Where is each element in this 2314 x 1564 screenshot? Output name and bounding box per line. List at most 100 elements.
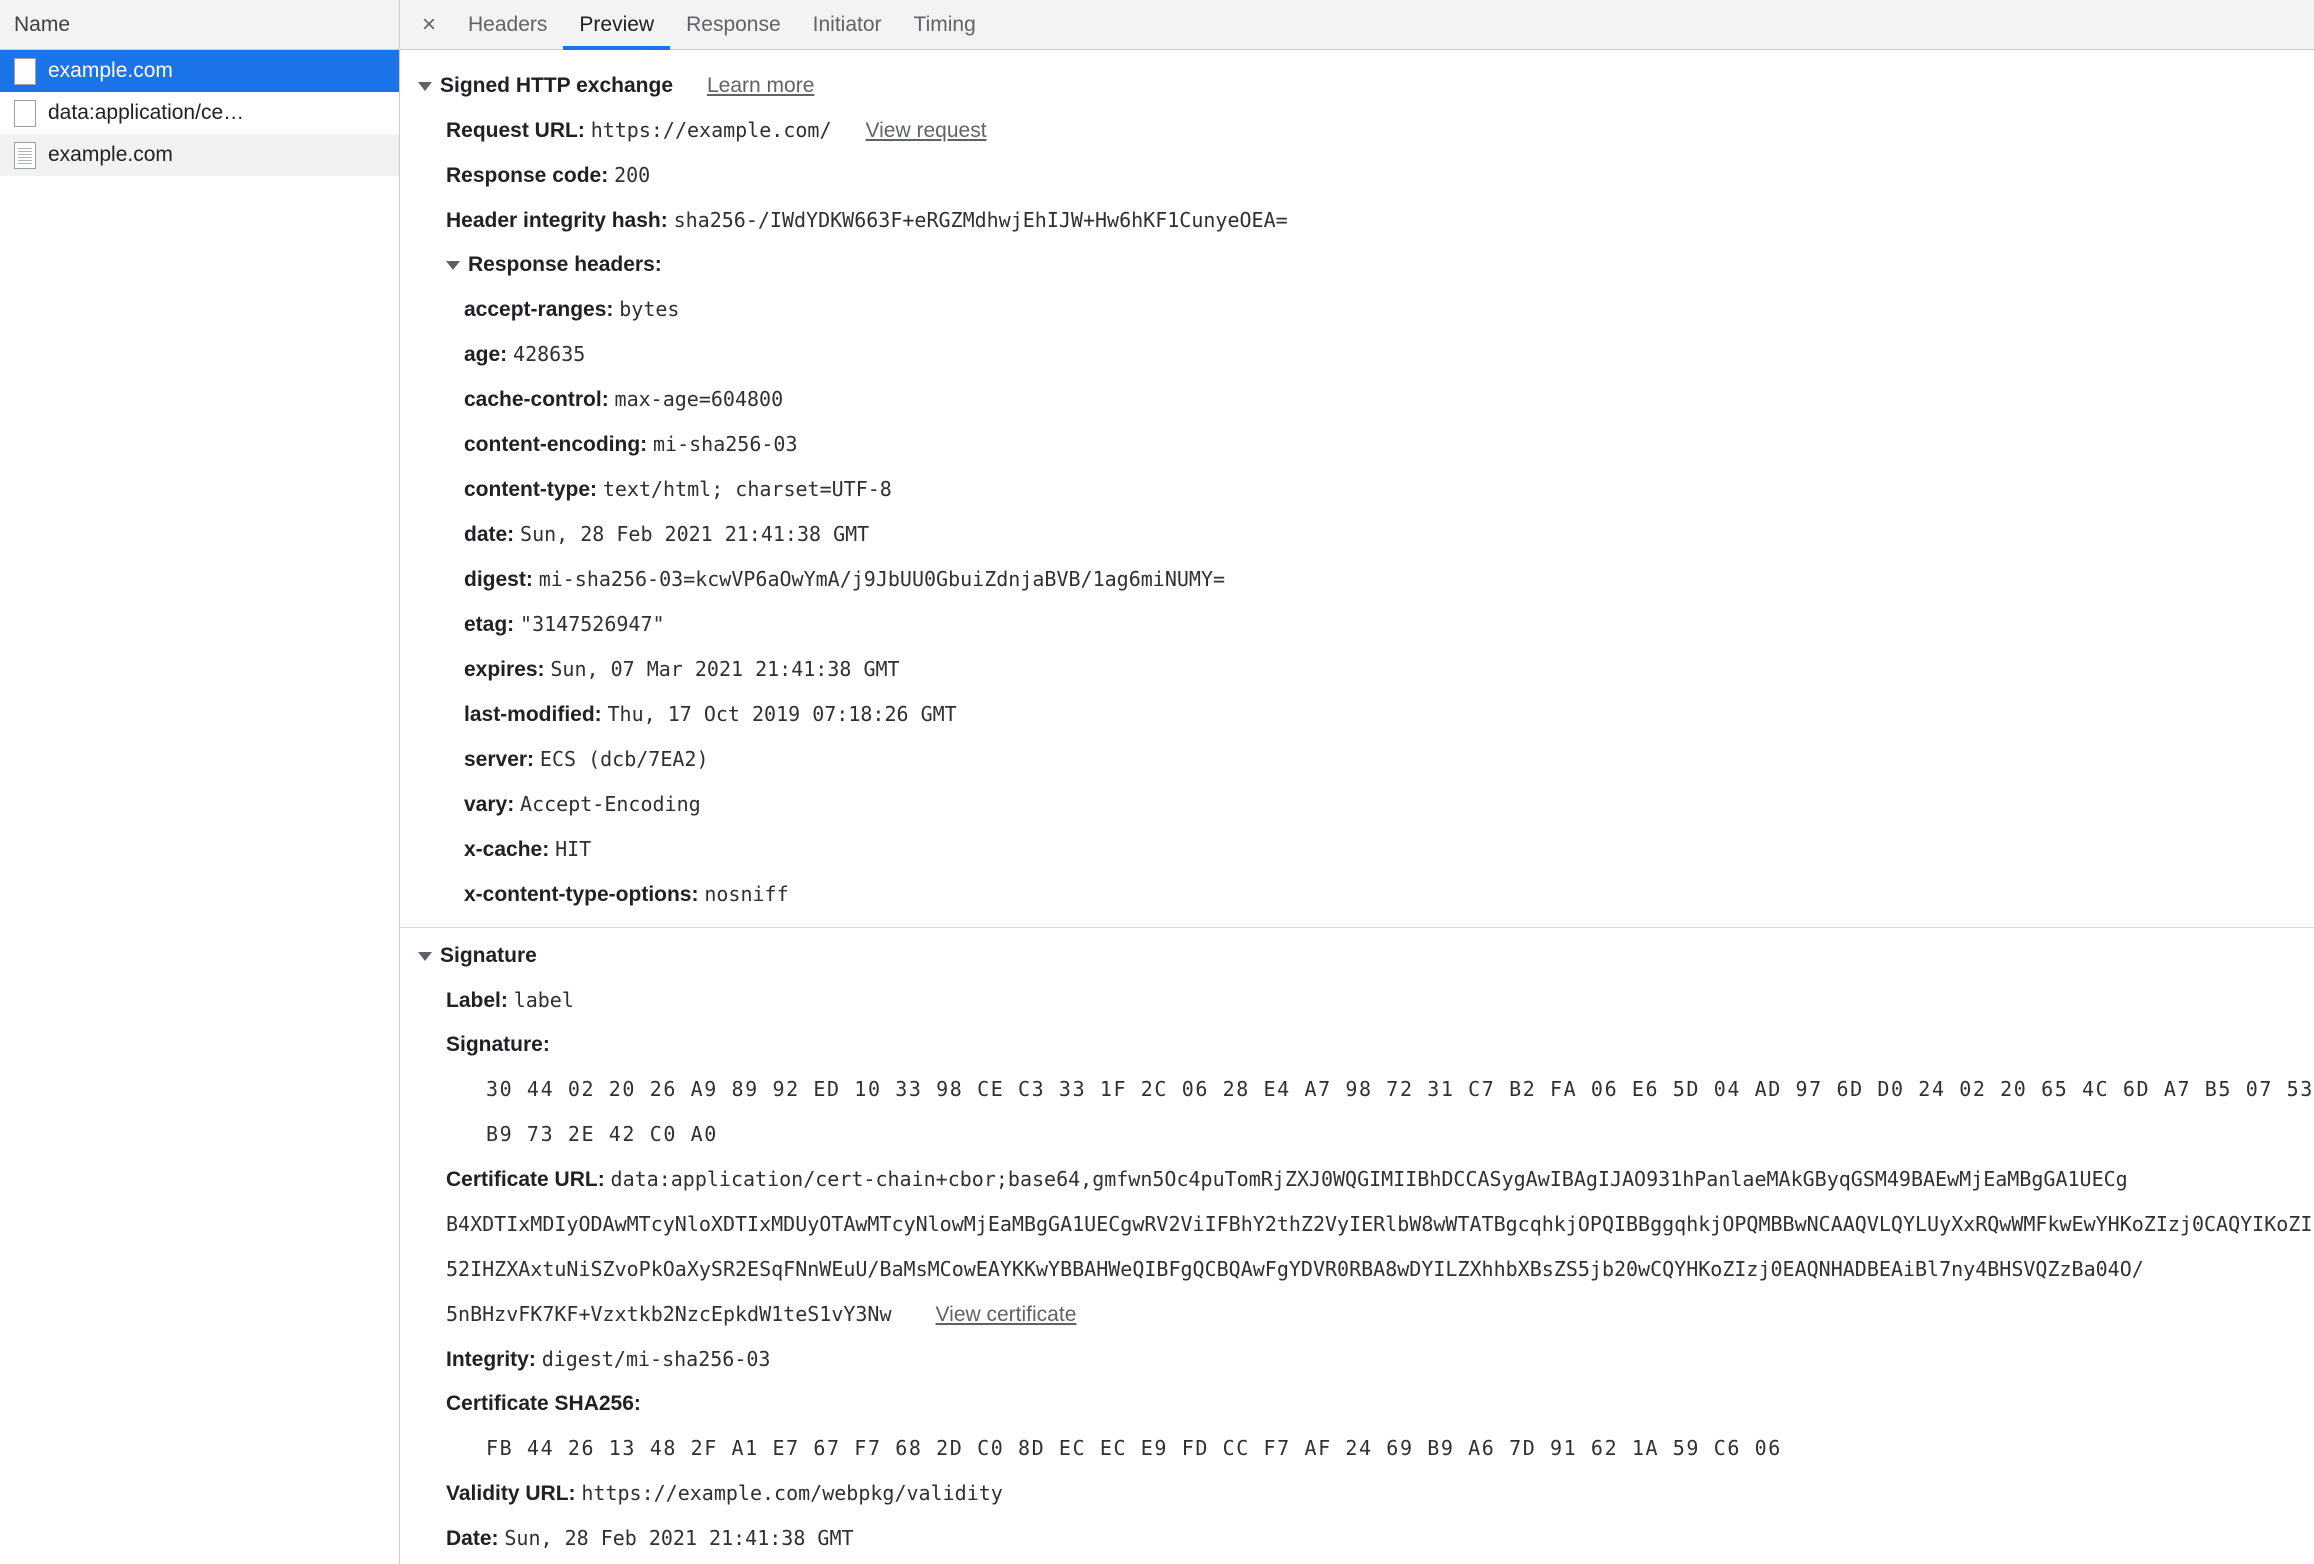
integrity-value: digest/mi-sha256-03 — [541, 1347, 771, 1371]
signature-bytes-value: 30 44 02 20 26 A9 89 92 ED 10 33 98 CE C… — [486, 1077, 2314, 1101]
validity-url-row: Validity URL: https://example.com/webpkg… — [400, 1471, 2314, 1516]
integrity-key: Integrity: — [446, 1348, 536, 1371]
devtools-network-panel: Name example.com data:application/ce… ex… — [0, 0, 2314, 1564]
response-header-value: Thu, 17 Oct 2019 07:18:26 GMT — [607, 702, 957, 726]
tab-initiator[interactable]: Initiator — [797, 0, 898, 49]
request-url-key: Request URL: — [446, 119, 585, 142]
chevron-down-icon[interactable] — [418, 81, 432, 91]
tab-headers[interactable]: Headers — [452, 0, 563, 49]
tab-headers-label: Headers — [468, 12, 548, 36]
response-header-row: date: Sun, 28 Feb 2021 21:41:38 GMT — [400, 512, 2314, 557]
signature-section-header[interactable]: Signature — [400, 934, 2314, 978]
close-icon[interactable]: × — [406, 0, 452, 49]
response-header-name: etag: — [464, 613, 515, 636]
response-header-value: max-age=604800 — [614, 387, 784, 411]
list-item[interactable]: data:application/ce… — [0, 92, 399, 134]
response-header-name: cache-control: — [464, 388, 609, 411]
signature-bytes-key: Signature: — [446, 1033, 550, 1056]
sidebar-column-header-label: Name — [14, 12, 71, 36]
tab-preview[interactable]: Preview — [563, 0, 670, 50]
list-item[interactable]: example.com — [0, 134, 399, 176]
signature-bytes-line: B9 73 2E 42 C0 A0 — [400, 1112, 2314, 1157]
chevron-down-icon[interactable] — [418, 951, 432, 961]
signed-http-exchange-section-header[interactable]: Signed HTTP exchange Learn more — [400, 64, 2314, 108]
header-integrity-key: Header integrity hash: — [446, 209, 668, 232]
certificate-url-value: 52IHZXAxtuNiSZvoPkOaXySR2ESqFNnWEuU/BaMs… — [446, 1257, 2144, 1281]
sidebar-column-header[interactable]: Name — [0, 0, 399, 50]
file-icon — [14, 99, 36, 127]
request-url-value: https://example.com/ — [590, 118, 832, 142]
certificate-url-line: 52IHZXAxtuNiSZvoPkOaXySR2ESqFNnWEuU/BaMs… — [400, 1247, 2314, 1292]
response-header-row: content-type: text/html; charset=UTF-8 — [400, 467, 2314, 512]
signature-label-value: label — [513, 988, 574, 1012]
response-header-name: digest: — [464, 568, 533, 591]
tab-timing[interactable]: Timing — [898, 0, 992, 49]
tab-response[interactable]: Response — [670, 0, 797, 49]
tab-timing-label: Timing — [913, 12, 976, 36]
response-header-name: content-encoding: — [464, 433, 648, 456]
list-item-label: example.com — [48, 143, 173, 166]
response-header-value: ECS (dcb/7EA2) — [539, 747, 709, 771]
response-header-value: bytes — [619, 297, 680, 321]
detail-tabbar: × Headers Preview Response Initiator Tim… — [400, 0, 2314, 50]
response-headers-title: Response headers: — [468, 253, 662, 276]
response-header-row: x-cache: HIT — [400, 827, 2314, 872]
section-divider — [400, 927, 2314, 928]
signature-label-row: Label: label — [400, 978, 2314, 1023]
response-header-name: x-cache: — [464, 838, 550, 861]
response-header-row: etag: "3147526947" — [400, 602, 2314, 647]
preview-content[interactable]: Signed HTTP exchange Learn more Request U… — [400, 50, 2314, 1564]
response-header-row: server: ECS (dcb/7EA2) — [400, 737, 2314, 782]
view-request-link[interactable]: View request — [866, 119, 987, 142]
learn-more-link[interactable]: Learn more — [707, 74, 814, 97]
certificate-url-line: B4XDTIxMDIyODAwMTcyNloXDTIxMDUyOTAwMTcyN… — [400, 1202, 2314, 1247]
certificate-url-value: B4XDTIxMDIyODAwMTcyNloXDTIxMDUyOTAwMTcyN… — [446, 1212, 2314, 1236]
signature-date-row: Date: Sun, 28 Feb 2021 21:41:38 GMT — [400, 1516, 2314, 1561]
network-request-sidebar: Name example.com data:application/ce… ex… — [0, 0, 400, 1564]
response-header-row: cache-control: max-age=604800 — [400, 377, 2314, 422]
list-item-label: example.com — [48, 59, 173, 82]
certificate-sha256-line: FB 44 26 13 48 2F A1 E7 67 F7 68 2D C0 8… — [400, 1426, 2314, 1471]
response-header-row: age: 428635 — [400, 332, 2314, 377]
signature-date-key: Date: — [446, 1527, 499, 1550]
signature-bytes-line: 30 44 02 20 26 A9 89 92 ED 10 33 98 CE C… — [400, 1067, 2314, 1112]
response-header-row: content-encoding: mi-sha256-03 — [400, 422, 2314, 467]
signature-bytes-header: Signature: — [400, 1023, 2314, 1067]
response-header-name: x-content-type-options: — [464, 883, 699, 906]
signature-date-value: Sun, 28 Feb 2021 21:41:38 GMT — [504, 1526, 854, 1550]
certificate-url-value: 5nBHzvFK7KF+Vzxtkb2NzcEpkdW1teS1vY3Nw — [446, 1302, 892, 1326]
response-header-row: digest: mi-sha256-03=kcwVP6aOwYmA/j9JbUU… — [400, 557, 2314, 602]
certificate-url-value: data:application/cert-chain+cbor;base64,… — [610, 1167, 2128, 1191]
response-header-value: Accept-Encoding — [520, 792, 701, 816]
list-item[interactable]: example.com — [0, 50, 399, 92]
response-header-value: mi-sha256-03 — [653, 432, 798, 456]
signature-label-key: Label: — [446, 989, 508, 1012]
network-request-list[interactable]: example.com data:application/ce… example… — [0, 50, 399, 1564]
signature-title: Signature — [440, 944, 537, 967]
close-icon-glyph: × — [421, 10, 436, 38]
response-header-value: Sun, 07 Mar 2021 21:41:38 GMT — [550, 657, 900, 681]
request-detail-pane: × Headers Preview Response Initiator Tim… — [400, 0, 2314, 1564]
chevron-down-icon[interactable] — [446, 260, 460, 270]
response-header-value: mi-sha256-03=kcwVP6aOwYmA/j9JbUU0GbuiZdn… — [538, 567, 1226, 591]
response-header-value: nosniff — [704, 882, 789, 906]
response-header-name: expires: — [464, 658, 545, 681]
validity-url-value: https://example.com/webpkg/validity — [581, 1481, 1003, 1505]
signature-bytes-value: B9 73 2E 42 C0 A0 — [486, 1122, 718, 1146]
response-header-row: accept-ranges: bytes — [400, 287, 2314, 332]
view-certificate-link[interactable]: View certificate — [936, 1303, 1077, 1326]
header-integrity-value: sha256-/IWdYDKW663F+eRGZMdhwjEhIJW+Hw6hK… — [673, 208, 1288, 232]
response-header-name: content-type: — [464, 478, 597, 501]
response-header-value: text/html; charset=UTF-8 — [602, 477, 892, 501]
certificate-sha256-key: Certificate SHA256: — [446, 1392, 641, 1415]
response-header-name: last-modified: — [464, 703, 602, 726]
integrity-row: Integrity: digest/mi-sha256-03 — [400, 1337, 2314, 1382]
certificate-sha256-value: FB 44 26 13 48 2F A1 E7 67 F7 68 2D C0 8… — [486, 1436, 1782, 1460]
response-header-name: date: — [464, 523, 515, 546]
response-code-value: 200 — [614, 163, 651, 187]
response-header-name: accept-ranges: — [464, 298, 614, 321]
response-header-value: 428635 — [513, 342, 586, 366]
response-headers-section-header[interactable]: Response headers: — [400, 243, 2314, 287]
tab-response-label: Response — [686, 12, 781, 36]
request-url-row: Request URL: https://example.com/View re… — [400, 108, 2314, 153]
